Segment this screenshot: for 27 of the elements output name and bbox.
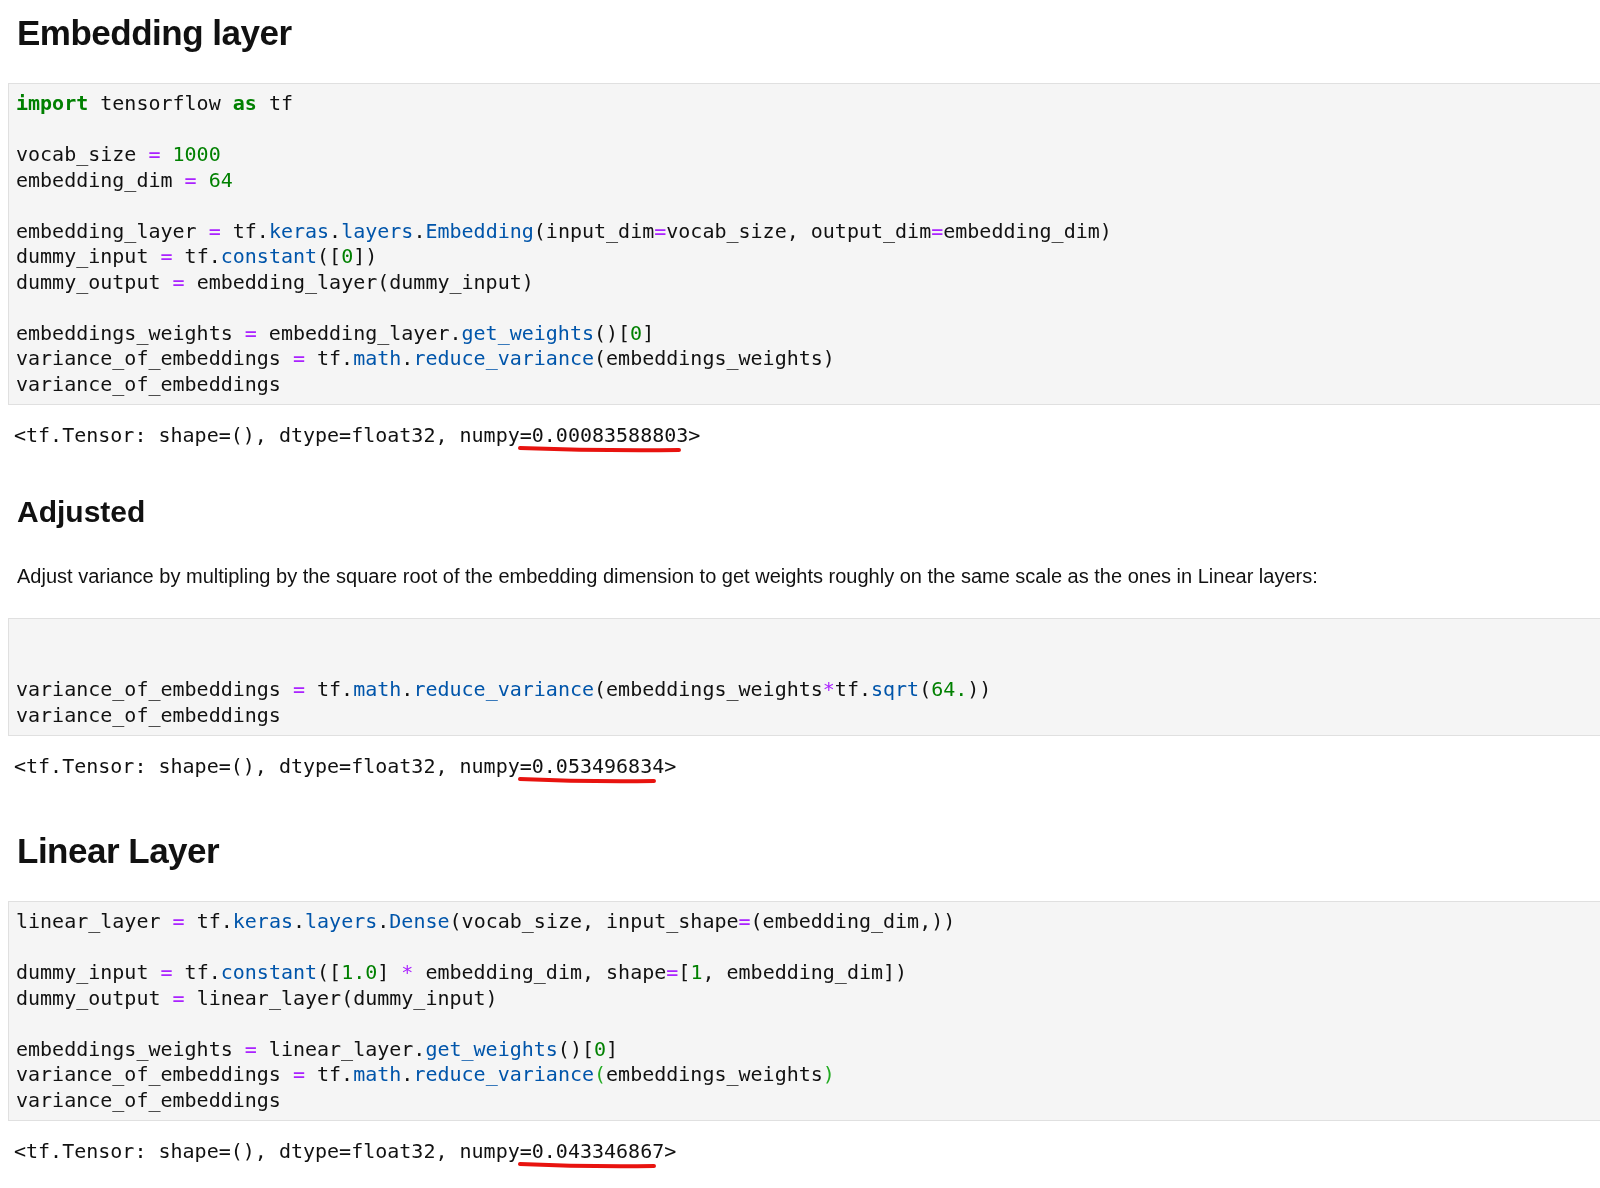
code-cell[interactable]: variance_of_embeddings = tf.math.reduce_variance(embeddings_weights*tf.sqrt(64.)) variance_of_embeddings	[8, 618, 1600, 736]
code-line: import tensorflow as tf	[16, 91, 293, 117]
code-line: variance_of_embeddings	[16, 1087, 281, 1113]
code-line: embedding_dim = 64	[16, 167, 233, 193]
subsection-heading: Adjusted	[17, 494, 147, 530]
section-heading: Linear Layer	[17, 830, 221, 872]
code-line: embeddings_weights = linear_layer.get_weights()[0]	[16, 1035, 619, 1062]
code-line: embedding_layer = tf.keras.layers.Embedding(input_dim=vocab_size, output_dim=embedding_dim)	[16, 217, 1112, 244]
code-line: linear_layer = tf.keras.layers.Dense(vocab_size, input_shape=(embedding_dim,))	[16, 909, 956, 935]
code-line: variance_of_embeddings = tf.math.reduce_variance(embeddings_weights*tf.sqrt(64.))	[16, 677, 992, 703]
code-line: variance_of_embeddings = tf.math.reduce_variance(embeddings_weights)	[16, 1062, 835, 1088]
code-line: variance_of_embeddings = tf.math.reduce_variance(embeddings_weights)	[16, 346, 835, 372]
code-line: vocab_size = 1000	[16, 141, 221, 168]
code-line: dummy_input = tf.constant([0])	[16, 244, 378, 270]
code-line: dummy_input = tf.constant([1.0] * embedding_dim, shape=[1, embedding_dim])	[16, 959, 908, 986]
code-line: dummy_output = embedding_layer(dummy_input)	[16, 269, 534, 295]
output-text: <tf.Tensor: shape=(), dtype=float32, numpy=0.00083588803>	[14, 422, 701, 448]
code-line: dummy_output = linear_layer(dummy_input)	[16, 985, 498, 1011]
section-heading: Embedding layer	[17, 12, 293, 54]
code-cell[interactable]	[8, 83, 1600, 405]
code-line: variance_of_embeddings	[16, 371, 281, 397]
code-line: variance_of_embeddings	[16, 702, 281, 728]
code-line: embeddings_weights = embedding_layer.get_weights()[0]	[16, 319, 655, 346]
code-cell[interactable]	[8, 901, 1600, 1121]
output-text: <tf.Tensor: shape=(), dtype=float32, numpy=0.053496834>	[14, 753, 677, 779]
paragraph-text: Adjust variance by multipling by the square root of the embedding dimension to get weights roughly on the same scale as the ones in Linear layers:	[17, 564, 1319, 589]
output-text: <tf.Tensor: shape=(), dtype=float32, numpy=0.043346867>	[14, 1138, 677, 1164]
